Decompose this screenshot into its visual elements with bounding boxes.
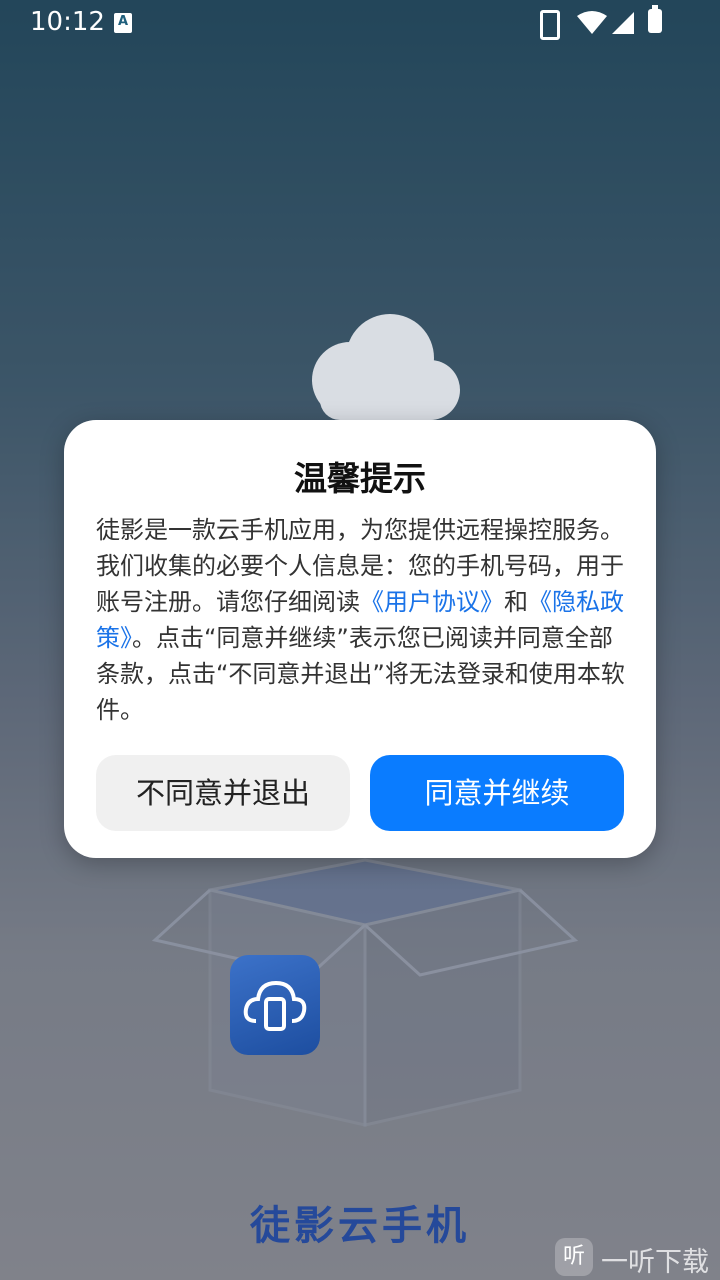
disagree-exit-button[interactable]: 不同意并退出 (96, 755, 350, 831)
wifi-icon (577, 11, 607, 34)
status-time: 10:12 (30, 7, 105, 37)
cloud-illustration (312, 314, 460, 420)
body-and: 和 (504, 588, 528, 616)
privacy-dialog: 温馨提示 徒影是一款云手机应用，为您提供远程操控服务。我们收集的必要个人信息是：… (64, 420, 656, 858)
signal-icon (612, 12, 634, 34)
app-logo-icon (230, 955, 320, 1055)
status-bar: 10:12 A (0, 0, 720, 48)
watermark-text: 一听下载 (601, 1247, 709, 1278)
battery-icon (648, 5, 662, 33)
agree-continue-button[interactable]: 同意并继续 (370, 755, 624, 831)
watermark: 听 一听下载 (555, 1236, 720, 1280)
body-text-2: 。点击“同意并继续”表示您已阅读并同意全部条款，点击“不同意并退出”将无法登录和… (96, 624, 625, 724)
dialog-title: 温馨提示 (294, 459, 426, 498)
box-illustration (151, 858, 579, 1127)
dialog-body: 徒影是一款云手机应用，为您提供远程操控服务。我们收集的必要个人信息是：您的手机号… (96, 512, 628, 728)
screen: 10:12 A 徒影云手机 听 一听下载 温馨提示 徒影是一款云手机应用，为您提… (0, 0, 720, 1280)
notification-a-icon: A (114, 13, 132, 33)
phone-icon (540, 10, 560, 40)
user-agreement-link[interactable]: 《用户协议》 (360, 588, 504, 616)
watermark-logo: 听 (555, 1238, 593, 1276)
